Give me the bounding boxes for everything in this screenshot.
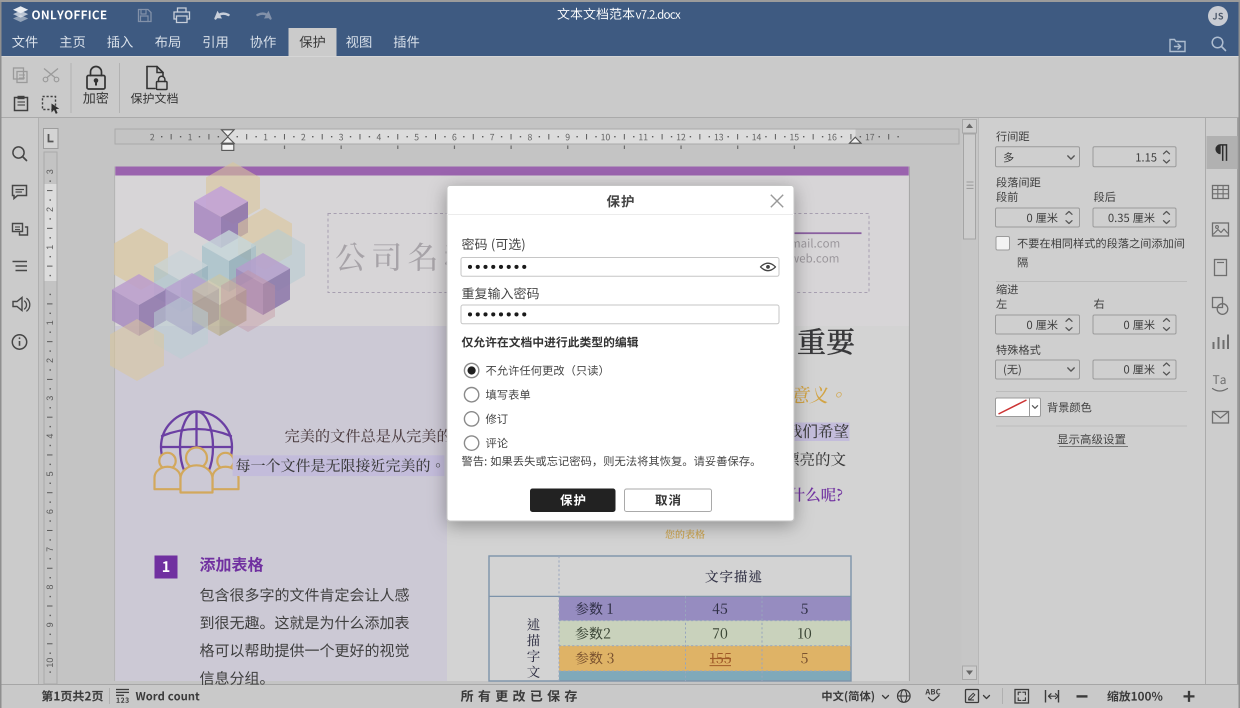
svg-text:2: 2 — [45, 207, 55, 212]
svg-text:1: 1 — [45, 245, 55, 250]
svg-text:9: 9 — [45, 622, 55, 627]
svg-text:8: 8 — [45, 585, 55, 590]
svg-text:3: 3 — [45, 169, 55, 174]
svg-text:3: 3 — [45, 396, 55, 401]
svg-text:7: 7 — [45, 547, 55, 552]
svg-text:2: 2 — [45, 358, 55, 363]
svg-text:5: 5 — [45, 471, 55, 476]
svg-text:1: 1 — [45, 320, 55, 325]
svg-text:10: 10 — [45, 658, 55, 668]
svg-text:6: 6 — [45, 509, 55, 514]
svg-text:4: 4 — [45, 434, 55, 439]
